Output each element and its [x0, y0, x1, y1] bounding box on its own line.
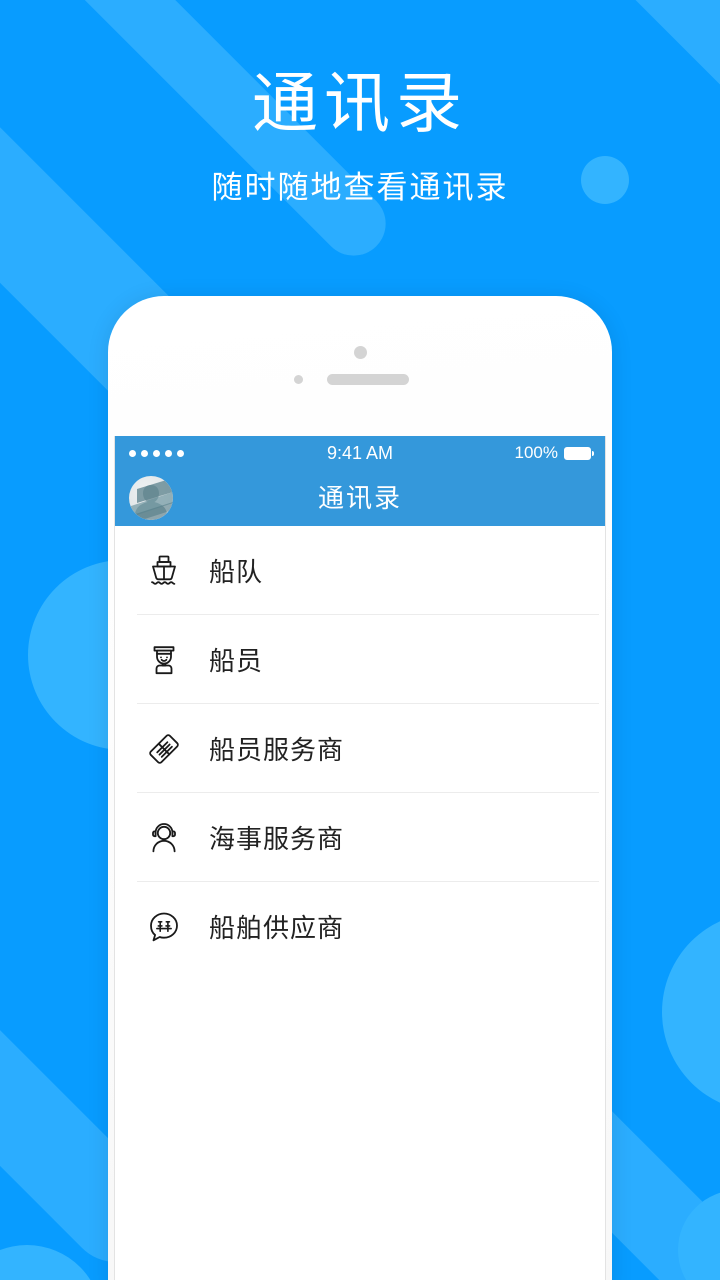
proximity-sensor-icon — [294, 375, 303, 384]
earpiece-speaker-icon — [327, 374, 409, 385]
battery-percent-label: 100% — [514, 443, 558, 462]
ship-icon — [141, 548, 187, 594]
list-item-label: 船员 — [209, 646, 264, 676]
page-subtitle: 随时随地查看通讯录 — [211, 170, 509, 205]
supply-speech-bubble-icon — [141, 904, 187, 950]
list-item-label: 船舶供应商 — [209, 913, 345, 943]
promo-screenshot: 通讯录 随时随地查看通讯录 9:41 AM 100% 通讯录 船队 船员 船员服… — [0, 0, 720, 1280]
battery-full-icon — [564, 446, 594, 460]
handshake-icon — [141, 726, 187, 772]
headset-person-icon — [141, 815, 187, 861]
list-item-label: 海事服务商 — [209, 824, 345, 854]
signal-dots-icon — [129, 449, 184, 457]
status-bar-right: 100% — [514, 443, 594, 463]
list-item-crew-service-provider[interactable]: 船员服务商 — [115, 704, 605, 793]
avatar[interactable] — [129, 476, 173, 520]
list-item-label: 船员服务商 — [209, 735, 345, 765]
page-title: 通讯录 — [252, 66, 468, 140]
nav-bar: 通讯录 — [115, 470, 605, 526]
list-item-label: 船队 — [209, 557, 264, 587]
decor-circle-right-lower — [662, 912, 720, 1112]
list-item-crew[interactable]: 船员 — [115, 615, 605, 704]
phone-mockup: 9:41 AM 100% 通讯录 船队 船员 船员服务商 海事服务商 船舶供应商 — [108, 296, 612, 1280]
list-item-fleet[interactable]: 船队 — [115, 526, 605, 615]
sailor-icon — [141, 637, 187, 683]
list-item-ship-supplier[interactable]: 船舶供应商 — [115, 882, 605, 971]
contacts-list: 船队 船员 船员服务商 海事服务商 船舶供应商 — [115, 526, 605, 971]
hero-text-block: 通讯录 随时随地查看通讯录 — [0, 62, 720, 210]
list-item-maritime-service-provider[interactable]: 海事服务商 — [115, 793, 605, 882]
status-bar: 9:41 AM 100% — [115, 436, 605, 470]
phone-screen: 9:41 AM 100% 通讯录 船队 船员 船员服务商 海事服务商 船舶供应商 — [114, 436, 606, 1280]
nav-bar-title: 通讯录 — [317, 483, 402, 513]
camera-dot-icon — [354, 346, 367, 359]
